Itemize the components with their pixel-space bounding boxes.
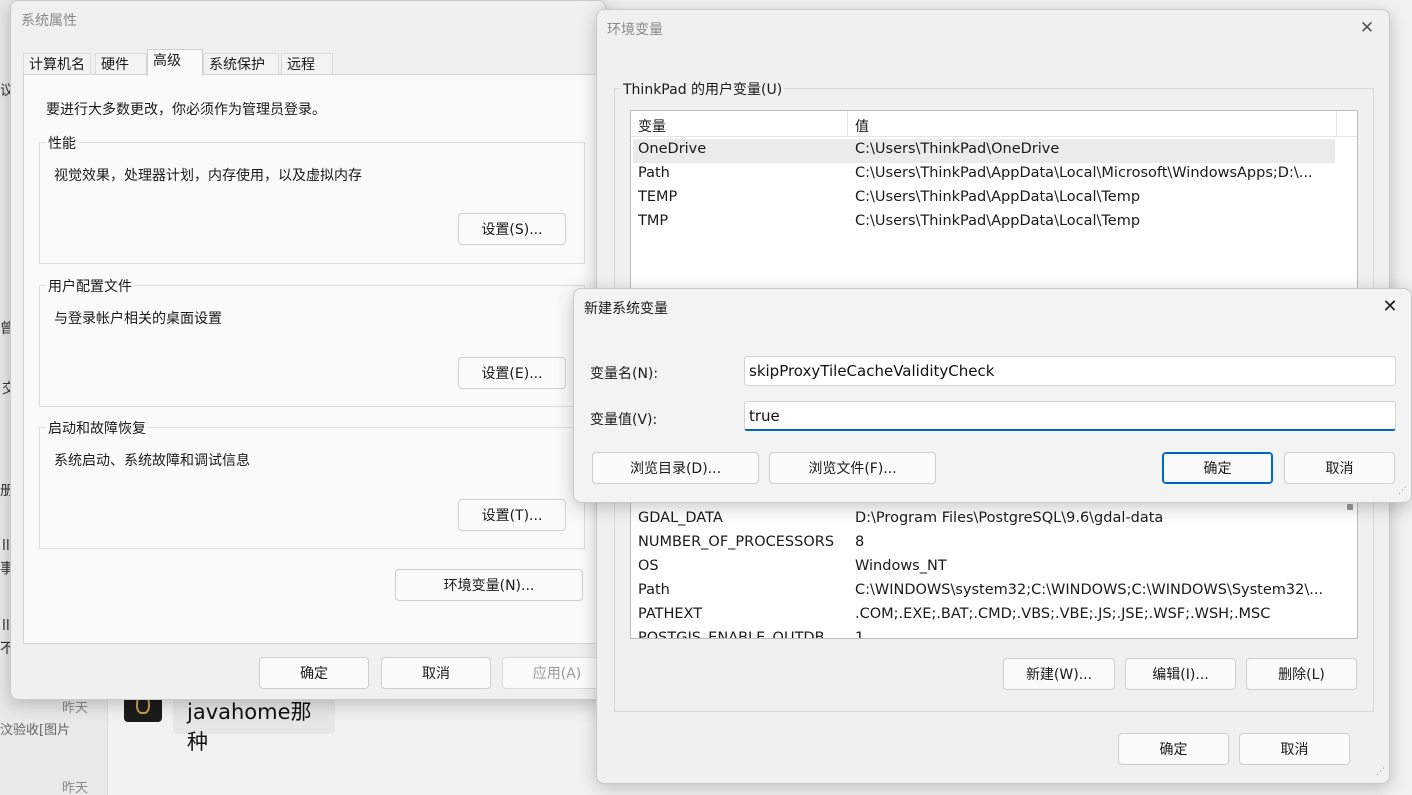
var-name: OS (638, 558, 659, 574)
resize-grip-icon[interactable]: ⋰ (1398, 487, 1408, 499)
performance-desc: 视觉效果，处理器计划，内存使用，以及虚拟内存 (54, 168, 362, 184)
chat-time: 昨天 (62, 781, 89, 795)
bg-fragment: ll (2, 618, 10, 634)
var-value: 8 (855, 534, 865, 550)
group-title: 性能 (46, 133, 78, 153)
var-name: NUMBER_OF_PROCESSORS (638, 534, 835, 550)
system-properties-window: 系统属性 计算机名 硬件 高级 系统保护 远程 要进行大多数更改，你必须作为管理… (10, 0, 606, 700)
var-value: C:\Users\ThinkPad\AppData\Local\Temp (855, 189, 1141, 205)
admin-note: 要进行大多数更改，你必须作为管理员登录。 (46, 102, 326, 118)
delete-variable-button[interactable]: 删除(L) (1246, 658, 1357, 690)
column-header-value[interactable]: 值 (855, 116, 869, 136)
bg-fragment: ll (2, 538, 10, 554)
window-title: 系统属性 (21, 13, 77, 29)
environment-variables-button[interactable]: 环境变量(N)... (395, 569, 583, 601)
cancel-button[interactable]: 取消 (381, 657, 491, 689)
chat-preview[interactable]: 汶验收[图片 (0, 719, 70, 738)
ok-button[interactable]: 确定 (1162, 452, 1273, 484)
var-name: PATHEXT (638, 606, 703, 622)
ok-button[interactable]: 确定 (259, 657, 369, 689)
var-value: C:\Users\ThinkPad\AppData\Local\Microsof… (855, 165, 1313, 181)
variable-value-label: 变量值(V): (590, 412, 658, 428)
table-row[interactable]: Path C:\Users\ThinkPad\AppData\Local\Mic… (633, 163, 1335, 187)
table-row[interactable]: TEMP C:\Users\ThinkPad\AppData\Local\Tem… (633, 187, 1335, 211)
scrollbar-thumb[interactable] (1347, 504, 1353, 510)
tab-system-protection[interactable]: 系统保护 (203, 53, 279, 75)
performance-settings-button[interactable]: 设置(S)... (458, 213, 566, 245)
close-icon[interactable]: ✕ (1352, 15, 1382, 41)
var-name: Path (638, 582, 670, 598)
window-title: 环境变量 (607, 22, 663, 38)
user-profile-group: 用户配置文件 与登录帐户相关的桌面设置 设置(E)... (39, 276, 585, 407)
variable-value-input[interactable] (744, 401, 1396, 431)
var-value: C:\Users\ThinkPad\AppData\Local\Temp (855, 213, 1141, 229)
cancel-button[interactable]: 取消 (1239, 733, 1350, 765)
var-name: POSTGIS_ENABLE_OUTDB (638, 630, 825, 639)
user-profile-settings-button[interactable]: 设置(E)... (458, 357, 566, 389)
var-name: Path (638, 165, 670, 181)
column-header-variable[interactable]: 变量 (638, 116, 666, 136)
variable-name-label: 变量名(N): (590, 366, 659, 382)
ok-button[interactable]: 确定 (1118, 733, 1229, 765)
cancel-button[interactable]: 取消 (1284, 452, 1395, 484)
table-row[interactable]: OS Windows_NT (633, 556, 1335, 580)
new-variable-button[interactable]: 新建(W)... (1003, 658, 1115, 690)
performance-group: 性能 视觉效果，处理器计划，内存使用，以及虚拟内存 设置(S)... (39, 133, 585, 264)
var-name: GDAL_DATA (638, 510, 723, 526)
tab-advanced[interactable]: 高级 (147, 49, 203, 76)
group-title: 启动和故障恢复 (46, 418, 148, 438)
var-name: OneDrive (638, 141, 707, 157)
startup-settings-button[interactable]: 设置(T)... (458, 499, 566, 531)
user-profile-desc: 与登录帐户相关的桌面设置 (54, 311, 222, 327)
var-value: C:\Users\ThinkPad\OneDrive (855, 141, 1060, 157)
dialog-title: 新建系统变量 (584, 301, 668, 317)
tab-hardware[interactable]: 硬件 (95, 53, 147, 75)
var-name: TMP (638, 213, 669, 229)
apply-button[interactable]: 应用(A) (502, 657, 605, 689)
var-name: TEMP (638, 189, 678, 205)
table-row[interactable]: NUMBER_OF_PROCESSORS 8 (633, 532, 1335, 556)
tab-remote[interactable]: 远程 (281, 53, 333, 75)
startup-recovery-desc: 系统启动、系统故障和调试信息 (54, 453, 250, 469)
table-row[interactable]: OneDrive C:\Users\ThinkPad\OneDrive (633, 139, 1335, 163)
browse-file-button[interactable]: 浏览文件(F)... (769, 452, 936, 484)
variable-name-input[interactable] (744, 356, 1396, 386)
var-value: D:\Program Files\PostgreSQL\9.6\gdal-dat… (855, 510, 1164, 526)
close-icon[interactable]: ✕ (1375, 294, 1405, 320)
new-system-variable-dialog: 新建系统变量 ✕ 变量名(N): 变量值(V): 浏览目录(D)... 浏览文件… (573, 288, 1412, 503)
advanced-tab-panel: 要进行大多数更改，你必须作为管理员登录。 性能 视觉效果，处理器计划，内存使用，… (23, 74, 599, 644)
table-row[interactable]: TMP C:\Users\ThinkPad\AppData\Local\Temp (633, 211, 1335, 235)
column-divider[interactable] (847, 111, 848, 137)
startup-recovery-group: 启动和故障恢复 系统启动、系统故障和调试信息 设置(T)... (39, 418, 585, 549)
resize-grip-icon[interactable]: ⋰ (1376, 768, 1386, 780)
var-value: C:\WINDOWS\system32;C:\WINDOWS;C:\WINDOW… (855, 582, 1324, 598)
user-variables-list[interactable]: 变量 值 OneDrive C:\Users\ThinkPad\OneDrive… (630, 110, 1358, 300)
edit-variable-button[interactable]: 编辑(I)... (1125, 658, 1236, 690)
var-value: Windows_NT (855, 558, 947, 574)
group-title: ThinkPad 的用户变量(U) (621, 79, 785, 99)
table-row[interactable]: POSTGIS_ENABLE_OUTDB 1 (633, 628, 1335, 639)
table-row[interactable]: PATHEXT .COM;.EXE;.BAT;.CMD;.VBS;.VBE;.J… (633, 604, 1335, 628)
var-value: .COM;.EXE;.BAT;.CMD;.VBS;.VBE;.JS;.JSE;.… (855, 606, 1271, 622)
var-value: 1 (855, 630, 865, 639)
list-header: 变量 值 (631, 111, 1357, 137)
table-row[interactable]: GDAL_DATA D:\Program Files\PostgreSQL\9.… (633, 508, 1335, 532)
table-row[interactable]: Path C:\WINDOWS\system32;C:\WINDOWS;C:\W… (633, 580, 1335, 604)
column-divider (1336, 111, 1337, 137)
system-variables-list[interactable]: GDAL_DATA D:\Program Files\PostgreSQL\9.… (630, 502, 1358, 639)
group-title: 用户配置文件 (46, 276, 134, 296)
tab-computer-name[interactable]: 计算机名 (23, 53, 91, 75)
browse-directory-button[interactable]: 浏览目录(D)... (592, 452, 759, 484)
